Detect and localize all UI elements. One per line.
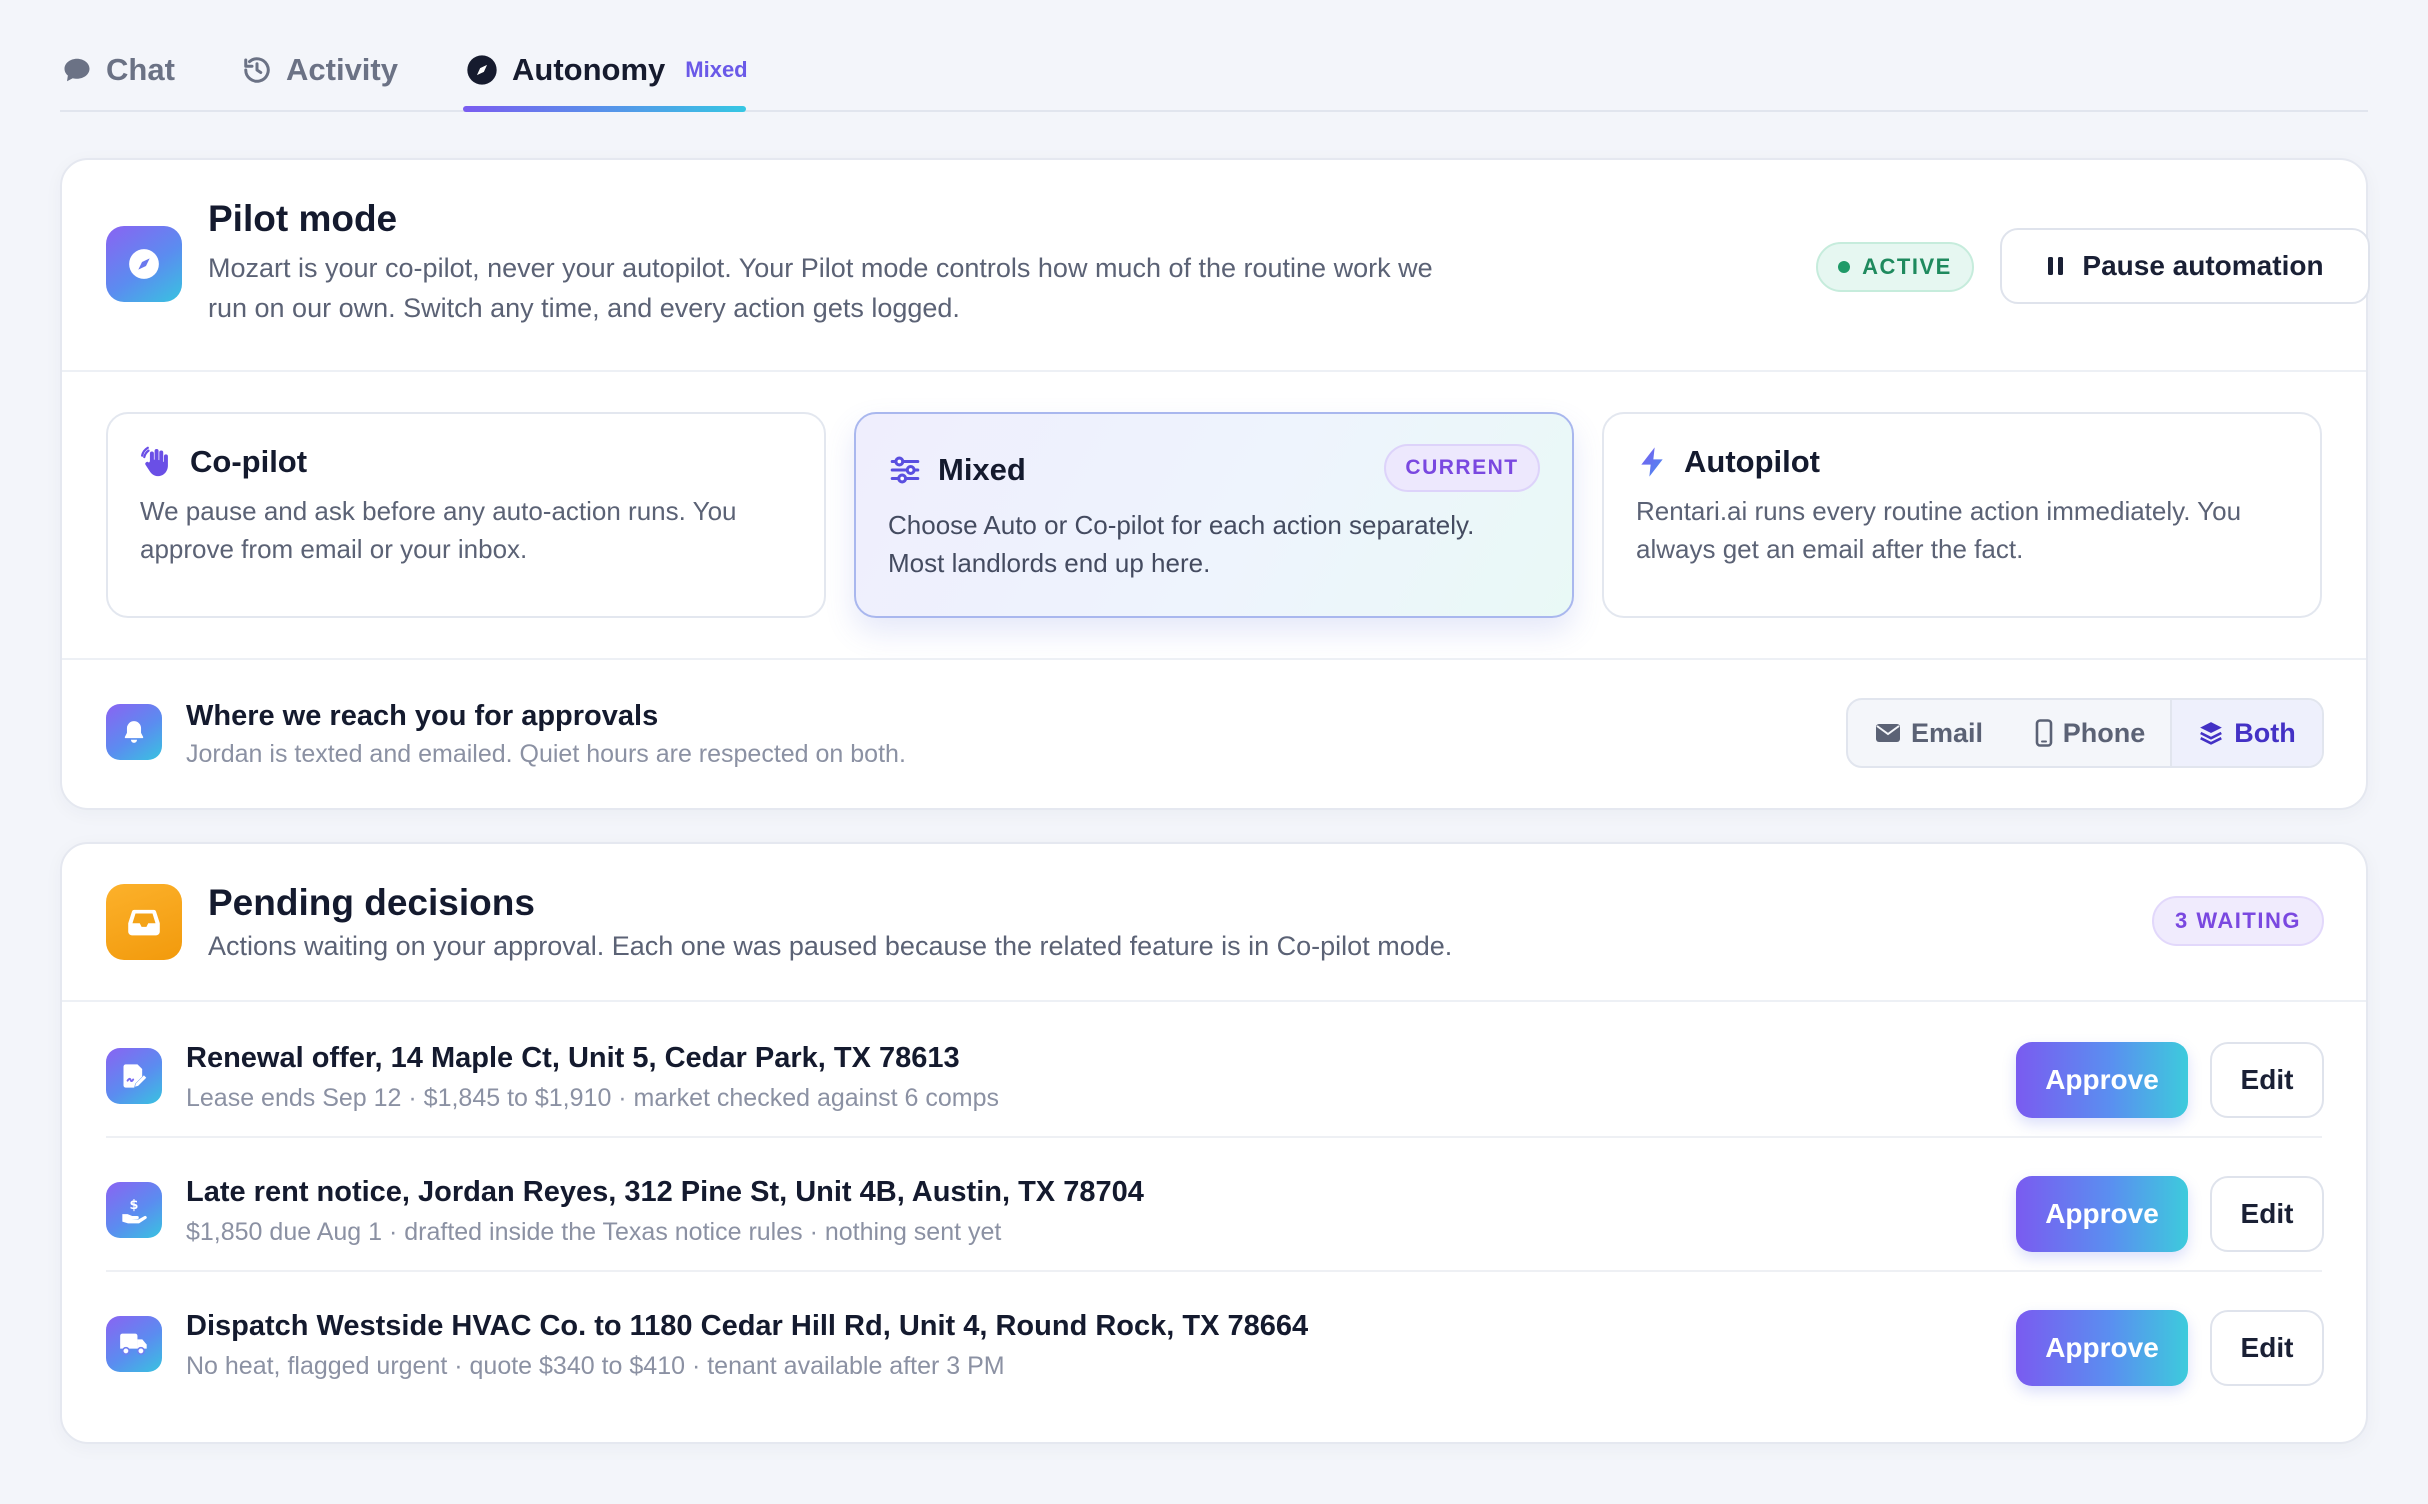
approve-button[interactable]: Approve bbox=[2016, 1310, 2188, 1386]
pause-automation-label: Pause automation bbox=[2082, 250, 2324, 281]
tab-chat[interactable]: Chat bbox=[62, 48, 175, 92]
edit-button[interactable]: Edit bbox=[2210, 1310, 2324, 1386]
edit-button[interactable]: Edit bbox=[2210, 1042, 2324, 1118]
pilot-mode-card: Pilot mode Mozart is your co-pilot, neve… bbox=[60, 158, 2370, 810]
sliders-icon bbox=[888, 453, 922, 487]
hand-dollar-icon: $ bbox=[106, 1182, 162, 1238]
layers-icon bbox=[2198, 720, 2224, 746]
pending-item-title: Late rent notice, Jordan Reyes, 312 Pine… bbox=[186, 1176, 1144, 1208]
pending-item-row: Dispatch Westside HVAC Co. to 1180 Cedar… bbox=[62, 1270, 2366, 1404]
mode-option-copilot[interactable]: Co-pilot We pause and ask before any aut… bbox=[106, 412, 826, 618]
channel-option-both[interactable]: Both bbox=[2170, 700, 2322, 766]
pending-decisions-description: Actions waiting on your approval. Each o… bbox=[208, 931, 1453, 961]
compass-icon bbox=[466, 54, 498, 86]
mode-copilot-description: We pause and ask before any auto-action … bbox=[140, 492, 800, 568]
channel-option-both-label: Both bbox=[2234, 717, 2296, 748]
approval-channel-selector: Email Phone Both bbox=[1846, 698, 2324, 768]
mode-copilot-description-line: approve from email or your inbox. bbox=[140, 534, 528, 564]
divider bbox=[62, 658, 2366, 660]
approvals-channel-title: Where we reach you for approvals bbox=[186, 700, 659, 732]
bell-icon bbox=[106, 704, 162, 760]
status-dot bbox=[1838, 261, 1851, 273]
active-status-label: ACTIVE bbox=[1862, 254, 1952, 279]
truck-icon bbox=[106, 1316, 162, 1372]
mode-mixed-description-line: Choose Auto or Co-pilot for each action … bbox=[888, 510, 1475, 540]
envelope-icon bbox=[1875, 722, 1901, 744]
compass-icon bbox=[106, 226, 182, 302]
pending-decisions-card: Pending decisions Actions waiting on you… bbox=[60, 842, 2368, 1444]
pending-item-title: Dispatch Westside HVAC Co. to 1180 Cedar… bbox=[186, 1310, 1309, 1342]
mode-mixed-description: Choose Auto or Co-pilot for each action … bbox=[888, 506, 1548, 582]
pending-item-row: Renewal offer, 14 Maple Ct, Unit 5, Ceda… bbox=[62, 1002, 2366, 1136]
lightning-bolt-icon bbox=[1636, 445, 1668, 479]
pending-decisions-title: Pending decisions bbox=[208, 882, 535, 923]
svg-text:$: $ bbox=[130, 1198, 139, 1213]
mode-option-mixed[interactable]: Mixed CURRENT Choose Auto or Co-pilot fo… bbox=[854, 412, 1574, 618]
mode-autopilot-description-line: always get an email after the fact. bbox=[1636, 534, 2024, 564]
document-signature-icon bbox=[106, 1048, 162, 1104]
pending-item-row: $ Late rent notice, Jordan Reyes, 312 Pi… bbox=[62, 1136, 2366, 1270]
mode-copilot-title: Co-pilot bbox=[190, 444, 308, 479]
pause-automation-button[interactable]: Pause automation bbox=[2000, 228, 2370, 304]
tab-activity-label: Activity bbox=[286, 52, 398, 87]
current-mode-badge: CURRENT bbox=[1384, 444, 1540, 492]
pending-item-subtitle: Lease ends Sep 12 · $1,845 to $1,910 · m… bbox=[186, 1084, 1000, 1112]
mode-autopilot-description: Rentari.ai runs every routine action imm… bbox=[1636, 492, 2296, 568]
waving-hand-icon bbox=[140, 445, 174, 479]
mode-copilot-description-line: We pause and ask before any auto-action … bbox=[140, 496, 737, 526]
mode-autopilot-title: Autopilot bbox=[1684, 444, 1821, 479]
mode-mixed-description-line: Most landlords end up here. bbox=[888, 548, 1211, 578]
channel-option-email-label: Email bbox=[1910, 717, 1984, 748]
pilot-mode-title: Pilot mode bbox=[208, 198, 398, 239]
tab-autonomy-label: Autonomy bbox=[512, 52, 666, 87]
history-icon bbox=[242, 55, 272, 85]
channel-option-phone[interactable]: Phone bbox=[2010, 700, 2170, 766]
mode-mixed-header: Mixed bbox=[888, 452, 1026, 488]
tab-activity[interactable]: Activity bbox=[242, 48, 398, 92]
pending-item-subtitle: No heat, flagged urgent · quote $340 to … bbox=[186, 1352, 1005, 1380]
pending-item-title: Renewal offer, 14 Maple Ct, Unit 5, Ceda… bbox=[186, 1042, 960, 1074]
chat-bubble-icon bbox=[62, 55, 92, 85]
pending-item-subtitle: $1,850 due Aug 1 · drafted inside the Te… bbox=[186, 1218, 1002, 1246]
approvals-channel-subtitle: Jordan is texted and emailed. Quiet hour… bbox=[186, 740, 906, 768]
phone-icon bbox=[2035, 719, 2053, 747]
approve-button[interactable]: Approve bbox=[2016, 1176, 2188, 1252]
active-status-badge: ACTIVE bbox=[1816, 242, 1974, 292]
channel-option-phone-label: Phone bbox=[2062, 717, 2146, 748]
mode-autopilot-description-line: Rentari.ai runs every routine action imm… bbox=[1636, 496, 2242, 526]
tab-autonomy-badge: Mixed bbox=[685, 57, 748, 82]
inbox-icon bbox=[106, 884, 182, 960]
mode-autopilot-header: Autopilot bbox=[1636, 444, 1820, 480]
tab-autonomy[interactable]: Autonomy Mixed bbox=[466, 48, 748, 92]
pilot-mode-description: Mozart is your co-pilot, never your auto… bbox=[208, 248, 1628, 328]
tab-chat-label: Chat bbox=[106, 52, 175, 87]
edit-button[interactable]: Edit bbox=[2210, 1176, 2324, 1252]
pilot-mode-description-line: run on our own. Switch any time, and eve… bbox=[208, 293, 960, 323]
mode-copilot-header: Co-pilot bbox=[140, 444, 307, 480]
active-tab-indicator bbox=[463, 106, 746, 112]
divider bbox=[62, 370, 2366, 372]
pause-icon bbox=[2046, 255, 2066, 277]
mode-option-autopilot[interactable]: Autopilot Rentari.ai runs every routine … bbox=[1602, 412, 2322, 618]
pilot-mode-description-line: Mozart is your co-pilot, never your auto… bbox=[208, 253, 1433, 283]
waiting-count-badge: 3 WAITING bbox=[2152, 896, 2324, 946]
channel-option-email[interactable]: Email bbox=[1848, 700, 2010, 766]
mode-mixed-title: Mixed bbox=[938, 452, 1026, 487]
tab-bar: Chat Activity Autonomy Mixed bbox=[60, 0, 2368, 112]
approve-button[interactable]: Approve bbox=[2016, 1042, 2188, 1118]
